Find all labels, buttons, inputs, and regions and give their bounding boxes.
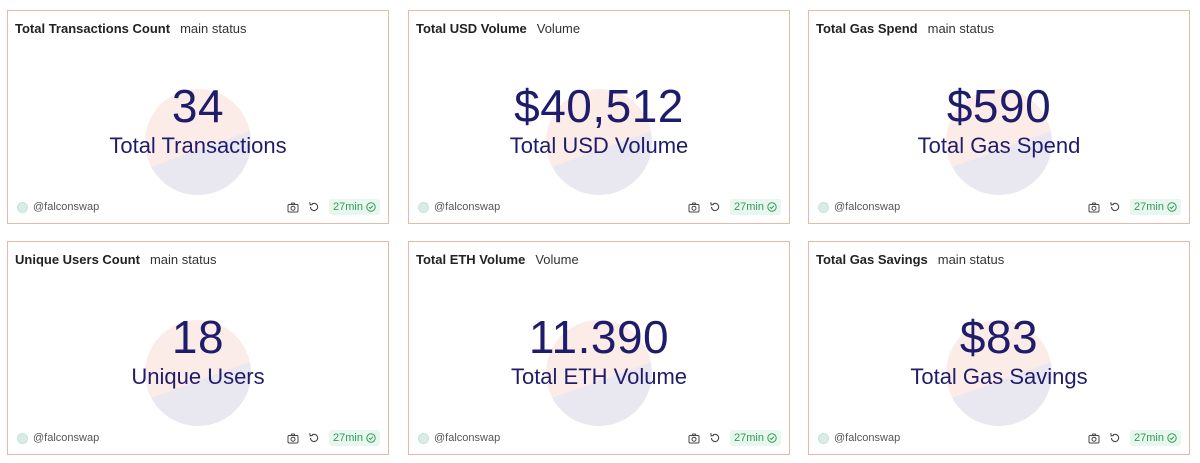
check-circle-icon <box>1167 202 1177 212</box>
refresh-icon[interactable] <box>308 201 320 213</box>
dashboard-grid: Total Transactions Count main status 34 … <box>0 0 1200 463</box>
card-title[interactable]: Unique Users Count <box>15 252 140 267</box>
check-circle-icon <box>366 202 376 212</box>
card-body: $590 Total Gas Spend <box>809 37 1189 197</box>
freshness-badge[interactable]: 27min <box>1130 199 1181 215</box>
metric-label: Total Transactions <box>109 133 287 158</box>
card-header: Total ETH Volume Volume <box>416 250 782 268</box>
counter-card[interactable]: Total USD Volume Volume $40,512 Total US… <box>408 10 790 224</box>
card-header: Total Gas Spend main status <box>816 19 1182 37</box>
check-circle-icon <box>767 202 777 212</box>
card-subtitle: main status <box>937 251 1005 267</box>
camera-icon[interactable] <box>1088 433 1100 444</box>
counter-card[interactable]: Total ETH Volume Volume 11.390 Total ETH… <box>408 241 790 455</box>
avatar[interactable] <box>17 432 28 444</box>
card-footer: @falconswap 27min <box>418 430 781 446</box>
footer-actions: 27min <box>1088 199 1181 215</box>
check-circle-icon <box>767 433 777 443</box>
freshness-badge[interactable]: 27min <box>329 430 380 446</box>
camera-icon[interactable] <box>688 433 700 444</box>
author-handle[interactable]: @falconswap <box>834 432 900 444</box>
freshness-text: 27min <box>333 432 363 444</box>
card-subtitle: main status <box>927 20 995 36</box>
metric-label: Total Gas Spend <box>917 133 1081 158</box>
avatar[interactable] <box>818 201 829 213</box>
freshness-text: 27min <box>1134 432 1164 444</box>
refresh-icon[interactable] <box>1109 201 1121 213</box>
avatar[interactable] <box>418 432 429 444</box>
author-handle[interactable]: @falconswap <box>434 432 500 444</box>
card-subtitle: main status <box>149 251 217 267</box>
freshness-text: 27min <box>333 201 363 213</box>
refresh-icon[interactable] <box>709 432 721 444</box>
freshness-text: 27min <box>734 201 764 213</box>
footer-actions: 27min <box>688 430 781 446</box>
card-footer: @falconswap 27min <box>17 199 380 215</box>
freshness-badge[interactable]: 27min <box>1130 430 1181 446</box>
check-circle-icon <box>366 433 376 443</box>
camera-icon[interactable] <box>287 433 299 444</box>
refresh-icon[interactable] <box>1109 432 1121 444</box>
card-footer: @falconswap 27min <box>818 430 1181 446</box>
footer-actions: 27min <box>287 430 380 446</box>
metric-value: 11.390 <box>528 311 670 363</box>
avatar[interactable] <box>418 201 429 213</box>
counter-card[interactable]: Unique Users Count main status 18 Unique… <box>7 241 389 455</box>
author-handle[interactable]: @falconswap <box>33 201 99 213</box>
avatar[interactable] <box>17 201 28 213</box>
metric-label: Unique Users <box>131 364 265 389</box>
card-body: 34 Total Transactions <box>8 37 388 197</box>
refresh-icon[interactable] <box>709 201 721 213</box>
card-subtitle: main status <box>180 20 247 36</box>
card-body: $40,512 Total USD Volume <box>409 37 789 197</box>
card-header: Total Gas Savings main status <box>816 250 1182 268</box>
author-handle[interactable]: @falconswap <box>33 432 99 444</box>
card-body: 18 Unique Users <box>8 268 388 428</box>
check-circle-icon <box>1167 433 1177 443</box>
card-body: $83 Total Gas Savings <box>809 268 1189 428</box>
card-footer: @falconswap 27min <box>418 199 781 215</box>
card-body: 11.390 Total ETH Volume <box>409 268 789 428</box>
metric-value: $590 <box>946 80 1052 132</box>
camera-icon[interactable] <box>688 202 700 213</box>
author-handle[interactable]: @falconswap <box>834 201 900 213</box>
metric-label: Total USD Volume <box>509 133 689 158</box>
freshness-text: 27min <box>1134 201 1164 213</box>
camera-icon[interactable] <box>1088 202 1100 213</box>
footer-actions: 27min <box>1088 430 1181 446</box>
footer-actions: 27min <box>287 199 380 215</box>
author-handle[interactable]: @falconswap <box>434 201 500 213</box>
counter-card[interactable]: Total Transactions Count main status 34 … <box>7 10 389 224</box>
card-title[interactable]: Total Gas Savings <box>816 252 928 267</box>
avatar[interactable] <box>818 432 829 444</box>
refresh-icon[interactable] <box>308 432 320 444</box>
card-subtitle: Volume <box>536 20 581 36</box>
metric-value: 18 <box>171 311 225 363</box>
metric-label: Total ETH Volume <box>510 364 688 389</box>
card-title[interactable]: Total USD Volume <box>416 21 527 36</box>
freshness-text: 27min <box>734 432 764 444</box>
counter-card[interactable]: Total Gas Spend main status $590 Total G… <box>808 10 1190 224</box>
card-header: Unique Users Count main status <box>15 250 381 268</box>
card-header: Total Transactions Count main status <box>15 19 381 37</box>
counter-card[interactable]: Total Gas Savings main status $83 Total … <box>808 241 1190 455</box>
metric-value: 34 <box>171 80 225 132</box>
footer-actions: 27min <box>688 199 781 215</box>
freshness-badge[interactable]: 27min <box>730 199 781 215</box>
card-footer: @falconswap 27min <box>17 430 380 446</box>
card-title[interactable]: Total ETH Volume <box>416 252 525 267</box>
card-header: Total USD Volume Volume <box>416 19 782 37</box>
freshness-badge[interactable]: 27min <box>329 199 380 215</box>
metric-value: $40,512 <box>514 80 684 132</box>
metric-label: Total Gas Savings <box>910 364 1088 389</box>
freshness-badge[interactable]: 27min <box>730 430 781 446</box>
card-footer: @falconswap 27min <box>818 199 1181 215</box>
card-title[interactable]: Total Transactions Count <box>15 21 170 36</box>
metric-value: $83 <box>959 311 1039 363</box>
camera-icon[interactable] <box>287 202 299 213</box>
card-title[interactable]: Total Gas Spend <box>816 21 918 36</box>
card-subtitle: Volume <box>535 251 579 267</box>
